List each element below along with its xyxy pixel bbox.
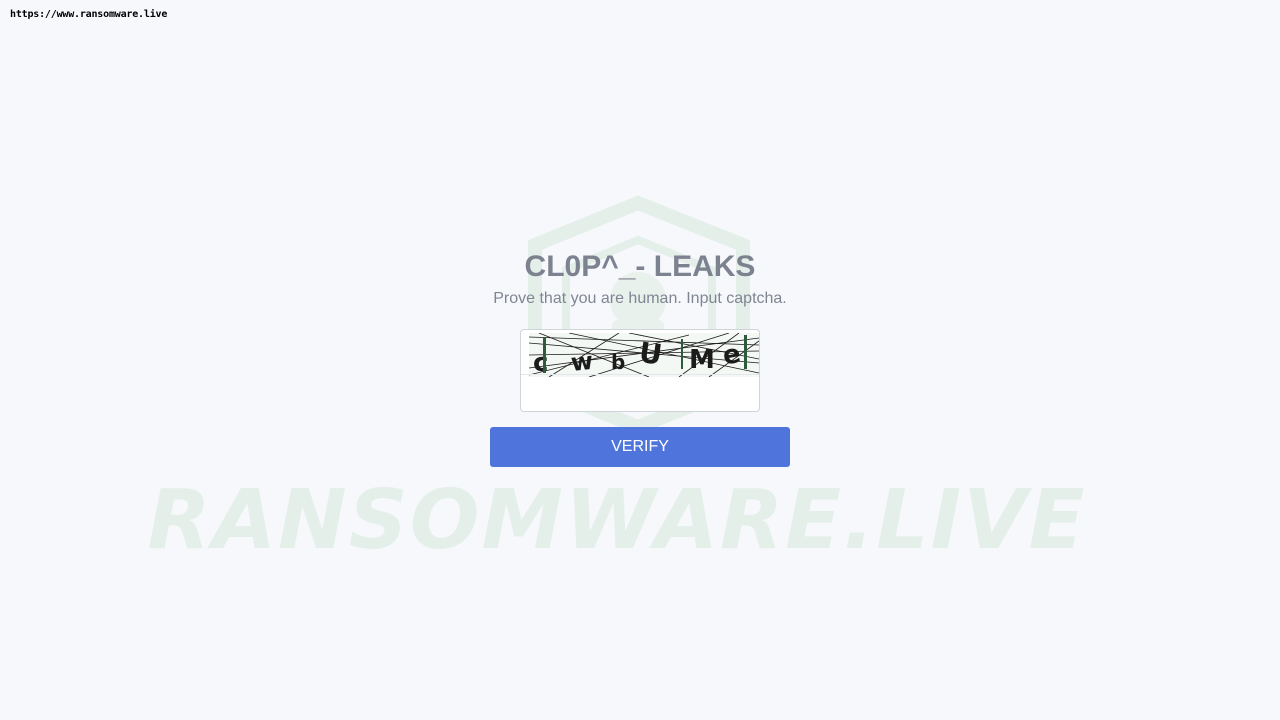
watermark-text: RANSOMWARE.LIVE xyxy=(147,473,1086,568)
svg-text:w: w xyxy=(569,347,594,377)
svg-text:M: M xyxy=(689,345,715,375)
page-subtitle: Prove that you are human. Input captcha. xyxy=(493,290,787,307)
svg-text:U: U xyxy=(637,336,664,372)
page: RANSOMWARE.LIVE https://www.ransomware.l… xyxy=(0,0,1280,720)
svg-text:c: c xyxy=(533,348,548,377)
captcha-header: CL0P^_- LEAKS Prove that you are human. … xyxy=(0,248,1280,308)
captcha-input[interactable] xyxy=(521,374,759,411)
svg-text:b: b xyxy=(611,350,625,374)
page-title: CL0P^_- LEAKS xyxy=(524,250,756,283)
captcha-image: c w b U M e xyxy=(529,333,759,377)
url-stamp: https://www.ransomware.live xyxy=(10,9,168,20)
verify-button[interactable]: VERIFY xyxy=(490,427,790,467)
captcha-box: c w b U M e xyxy=(520,329,760,412)
